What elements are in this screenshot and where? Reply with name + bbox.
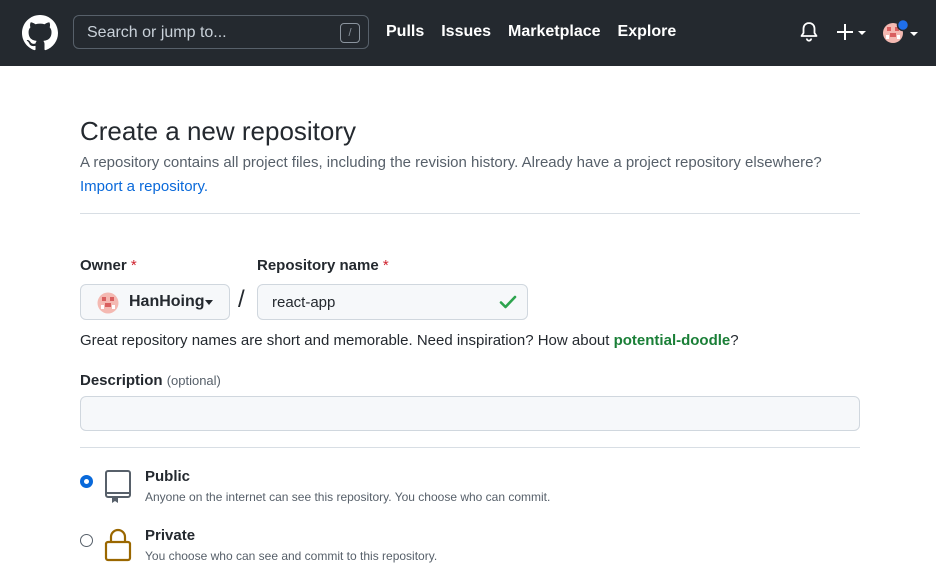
- private-description: You choose who can see and commit to thi…: [145, 549, 438, 563]
- owner-label: Owner *: [80, 257, 137, 274]
- user-avatar-menu-icon[interactable]: [882, 19, 922, 47]
- public-title: Public: [145, 468, 191, 485]
- hint-text: Great repository names are short and mem…: [80, 332, 614, 349]
- search-shortcut-key: /: [340, 23, 360, 43]
- visibility-option-public[interactable]: Public Anyone on the internet can see th…: [80, 468, 860, 510]
- public-description: Anyone on the internet can see this repo…: [145, 490, 551, 504]
- owner-label-text: Owner: [80, 257, 127, 274]
- notifications-bell-icon[interactable]: [800, 21, 818, 43]
- owner-dropdown[interactable]: HanHoing: [80, 284, 230, 320]
- divider: [80, 447, 860, 448]
- search-box[interactable]: Search or jump to... /: [73, 15, 369, 49]
- required-mark: *: [382, 257, 389, 274]
- nav-explore[interactable]: Explore: [618, 23, 677, 41]
- import-repository-link[interactable]: Import a repository.: [80, 178, 208, 195]
- visibility-option-private[interactable]: Private You choose who can see and commi…: [80, 527, 860, 569]
- description-label: Description (optional): [80, 372, 221, 389]
- create-new-plus-icon[interactable]: [836, 20, 868, 44]
- divider: [80, 213, 860, 214]
- nav-issues[interactable]: Issues: [441, 23, 491, 41]
- repo-name-label: Repository name *: [257, 257, 389, 274]
- description-label-text: Description: [80, 372, 163, 389]
- owner-repo-separator: /: [238, 286, 245, 313]
- top-header: Search or jump to... / Pulls Issues Mark…: [0, 0, 936, 66]
- hint-suffix: ?: [730, 332, 739, 349]
- checkmark-icon: [499, 295, 517, 309]
- repo-book-icon: [105, 470, 131, 503]
- page-subtitle: A repository contains all project files,…: [80, 151, 860, 199]
- chevron-down-icon: [205, 300, 213, 305]
- description-input[interactable]: [80, 396, 860, 431]
- page-title: Create a new repository: [80, 116, 357, 146]
- repository-name-value: react-app: [272, 294, 336, 311]
- private-title: Private: [145, 527, 196, 544]
- repo-name-hint: Great repository names are short and mem…: [80, 332, 739, 349]
- public-radio[interactable]: [80, 475, 93, 488]
- nav-pulls[interactable]: Pulls: [386, 23, 424, 41]
- repository-name-input[interactable]: react-app: [257, 284, 528, 320]
- header-nav: Pulls Issues Marketplace Explore: [386, 23, 693, 41]
- repo-name-label-text: Repository name: [257, 257, 379, 274]
- search-input[interactable]: Search or jump to...: [87, 24, 227, 42]
- github-logo-icon[interactable]: [22, 15, 58, 51]
- lock-icon: [104, 528, 132, 562]
- nav-marketplace[interactable]: Marketplace: [508, 23, 601, 41]
- required-mark: *: [130, 257, 137, 274]
- private-radio[interactable]: [80, 534, 93, 547]
- suggested-name-link[interactable]: potential-doodle: [614, 332, 731, 349]
- owner-avatar-icon: [97, 292, 119, 314]
- owner-name: HanHoing: [129, 293, 205, 310]
- subtitle-text: A repository contains all project files,…: [80, 154, 822, 171]
- optional-tag: (optional): [166, 373, 221, 388]
